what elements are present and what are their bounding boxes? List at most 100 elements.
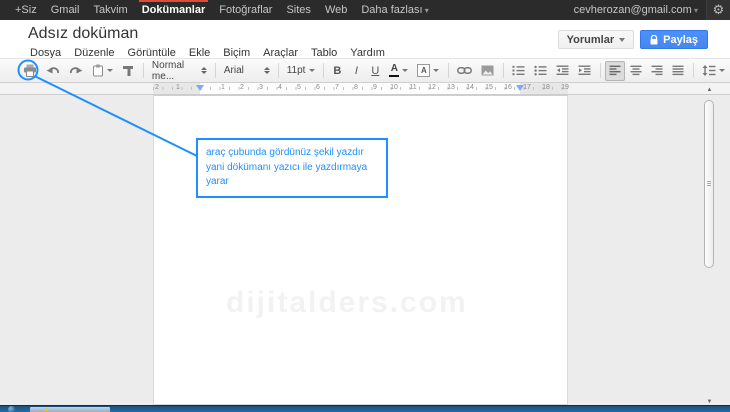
font-dropdown-value: Arial xyxy=(224,65,244,76)
header-actions: Yorumlar Paylaş xyxy=(558,30,708,49)
highlight-color-icon: A xyxy=(417,64,430,77)
redo-icon xyxy=(69,65,83,77)
topbar-item[interactable]: Dokümanlar xyxy=(135,0,213,20)
numbered-list-button[interactable] xyxy=(508,61,529,81)
topbar-nav: +SizGmailTakvimDokümanlarFotoğraflarSite… xyxy=(0,0,436,20)
watermark-text: dijitalders.com xyxy=(226,286,468,320)
toolbar-separator xyxy=(323,63,324,78)
lock-icon xyxy=(650,35,658,45)
toolbar: Normal me... Arial 11pt B I U A A xyxy=(0,58,730,83)
text-color-icon: A xyxy=(389,64,399,77)
scrollbar-thumb[interactable] xyxy=(704,100,714,268)
outdent-icon xyxy=(556,65,569,76)
document-title[interactable]: Adsız doküman xyxy=(28,25,138,43)
gear-icon[interactable]: ⚙ xyxy=(706,0,730,20)
taskbar-app-icon xyxy=(45,408,48,411)
topbar-item[interactable]: Gmail xyxy=(44,0,87,20)
topbar-item[interactable]: Daha fazlası xyxy=(354,0,435,20)
clipboard-icon xyxy=(92,64,104,77)
updown-icon xyxy=(264,67,270,74)
align-left-button[interactable] xyxy=(605,61,625,81)
bold-button[interactable]: B xyxy=(328,61,346,81)
toolbar-separator xyxy=(278,63,279,78)
chevron-down-icon xyxy=(719,69,725,72)
comments-button[interactable]: Yorumlar xyxy=(558,30,634,49)
text-color-button[interactable]: A xyxy=(385,61,412,81)
topbar-account-area: cevherozan@gmail.com ⚙ xyxy=(574,0,730,20)
image-icon xyxy=(481,65,494,76)
google-docs-window: +SizGmailTakvimDokümanlarFotoğraflarSite… xyxy=(0,0,730,412)
italic-button[interactable]: I xyxy=(347,61,365,81)
scroll-up-icon[interactable]: ▲ xyxy=(705,86,714,95)
paint-format-icon xyxy=(122,65,134,77)
ruler-strip: 2112345678910111213141516171819 xyxy=(0,83,730,95)
line-spacing-icon xyxy=(702,65,716,76)
toolbar-separator xyxy=(503,63,504,78)
font-size-dropdown[interactable]: 11pt xyxy=(283,61,320,81)
chevron-down-icon xyxy=(619,38,625,42)
underline-label: U xyxy=(370,65,380,77)
align-justify-icon xyxy=(672,65,684,76)
toolbar-separator xyxy=(215,63,216,78)
scrollbar-grip xyxy=(707,181,711,186)
vertical-scrollbar: ▲ ▼ xyxy=(703,86,716,407)
topbar-item[interactable]: Takvim xyxy=(86,0,134,20)
font-size-dropdown-value: 11pt xyxy=(287,65,306,76)
updown-icon xyxy=(201,67,207,74)
ruler-numbers: 2112345678910111213141516171819 xyxy=(153,83,568,94)
indent-icon xyxy=(578,65,591,76)
toolbar-separator xyxy=(448,63,449,78)
underline-button[interactable]: U xyxy=(366,61,384,81)
redo-button[interactable] xyxy=(65,61,87,81)
topbar-item[interactable]: +Siz xyxy=(8,0,44,20)
undo-button[interactable] xyxy=(42,61,64,81)
print-button[interactable] xyxy=(19,61,41,81)
chevron-down-icon xyxy=(309,69,315,72)
paint-format-button[interactable] xyxy=(118,61,138,81)
align-justify-button[interactable] xyxy=(668,61,688,81)
highlight-color-button[interactable]: A xyxy=(413,61,443,81)
header: Adsız doküman DosyaDüzenleGörüntüleEkleB… xyxy=(0,20,730,58)
print-icon xyxy=(23,64,37,77)
account-email[interactable]: cevherozan@gmail.com xyxy=(574,4,698,16)
font-dropdown[interactable]: Arial xyxy=(220,61,274,81)
bulleted-list-icon xyxy=(534,65,547,76)
share-button-label: Paylaş xyxy=(663,34,698,46)
indent-button[interactable] xyxy=(574,61,595,81)
chevron-down-icon xyxy=(402,69,408,72)
styles-dropdown-value: Normal me... xyxy=(152,60,197,82)
share-button[interactable]: Paylaş xyxy=(640,30,708,49)
chevron-down-icon xyxy=(107,69,113,72)
topbar-item[interactable]: Web xyxy=(318,0,354,20)
topbar-item[interactable]: Fotoğraflar xyxy=(212,0,279,20)
topbar-item[interactable]: Sites xyxy=(279,0,317,20)
toolbar-separator xyxy=(693,63,694,78)
indent-marker[interactable] xyxy=(196,85,204,91)
align-center-button[interactable] xyxy=(626,61,646,81)
taskbar-app-button[interactable] xyxy=(30,407,110,412)
styles-dropdown[interactable]: Normal me... xyxy=(148,61,211,81)
right-margin-marker[interactable] xyxy=(516,85,524,91)
align-right-button[interactable] xyxy=(647,61,667,81)
google-top-bar: +SizGmailTakvimDokümanlarFotoğraflarSite… xyxy=(0,0,730,20)
start-button[interactable] xyxy=(8,406,15,412)
toolbar-separator xyxy=(143,63,144,78)
outdent-button[interactable] xyxy=(552,61,573,81)
toolbar-separator xyxy=(600,63,601,78)
align-center-icon xyxy=(630,65,642,76)
bulleted-list-button[interactable] xyxy=(530,61,551,81)
web-clipboard-button[interactable] xyxy=(88,61,117,81)
insert-link-button[interactable] xyxy=(453,61,476,81)
chevron-down-icon xyxy=(433,69,439,72)
insert-image-button[interactable] xyxy=(477,61,498,81)
align-left-icon xyxy=(609,65,621,76)
bold-label: B xyxy=(332,65,342,77)
annotation-callout: araç çubunda gördünüz şekil yazdır yani … xyxy=(196,138,388,198)
link-icon xyxy=(457,66,472,75)
align-right-icon xyxy=(651,65,663,76)
windows-taskbar xyxy=(0,405,730,412)
ruler[interactable]: 2112345678910111213141516171819 xyxy=(153,83,568,94)
numbered-list-icon xyxy=(512,65,525,76)
undo-icon xyxy=(46,65,60,77)
line-spacing-button[interactable] xyxy=(698,61,729,81)
